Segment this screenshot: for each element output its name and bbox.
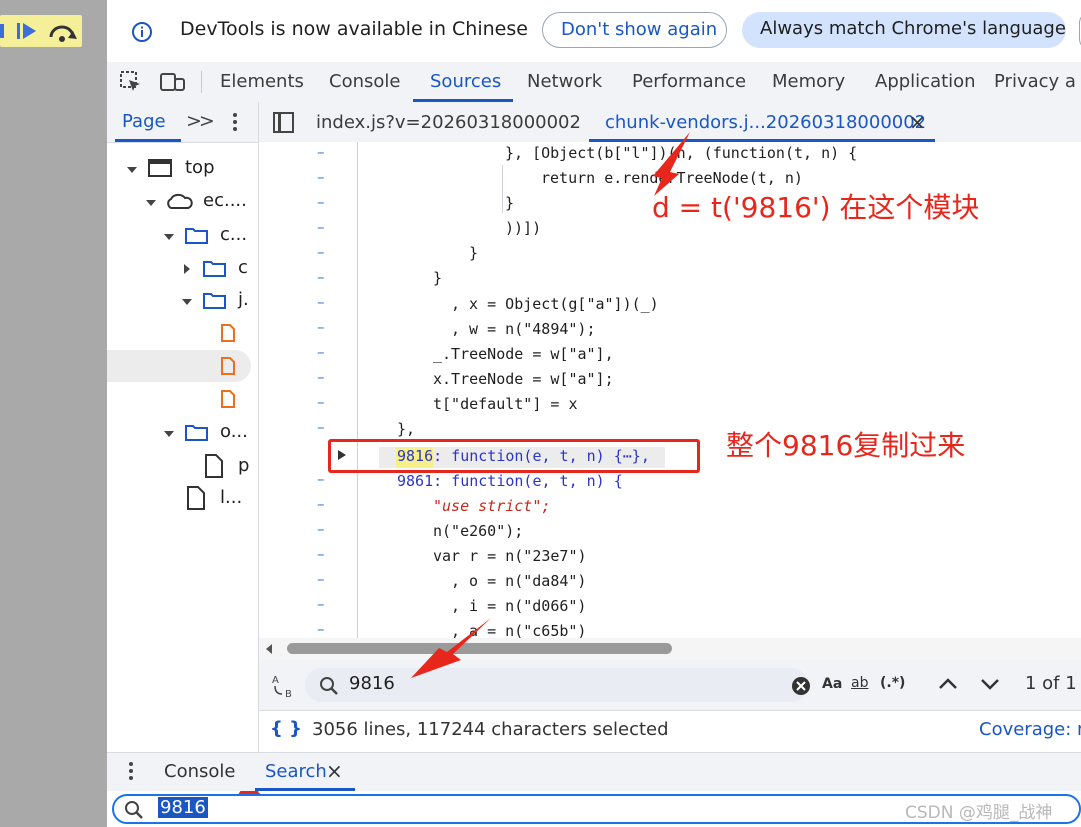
dont-show-again-button[interactable]: Don't show again [542, 12, 727, 48]
whole-word-button[interactable]: ab [851, 675, 868, 691]
resume-icon[interactable] [16, 21, 38, 41]
tab-network[interactable]: Network [527, 62, 602, 102]
debugger-controls [0, 15, 82, 47]
regex-button[interactable]: (.*) [880, 675, 905, 691]
tab-performance[interactable]: Performance [632, 62, 746, 102]
tree-item-folder-js[interactable]: j. [238, 289, 249, 310]
code-line: , o = n("da84") [451, 572, 587, 590]
code-line: _.TreeNode = w["a"], [433, 345, 614, 363]
tab-sources[interactable]: Sources [430, 62, 501, 102]
chevron-down-icon[interactable] [980, 678, 1000, 692]
devtools-main-tabbar: Elements Console Sources Network Perform… [107, 62, 1081, 103]
find-input-container[interactable]: 9816 [305, 668, 811, 702]
code-line: n("e260"); [433, 522, 524, 540]
tree-item-top[interactable]: top [185, 157, 215, 178]
step-over-icon[interactable] [47, 21, 77, 43]
kebab-menu-icon[interactable] [231, 112, 239, 134]
annotation-copy-note: 整个9816复制过来 [726, 429, 966, 462]
tree-item-folder-c[interactable]: c... [220, 224, 247, 245]
file-icon[interactable] [221, 357, 235, 375]
code-line: ))]) [505, 219, 542, 237]
language-infobar: DevTools is now available in Chinese Don… [107, 0, 1081, 62]
code-line: "use strict"; [433, 497, 551, 515]
folder-icon [203, 261, 226, 277]
svg-text:A: A [272, 675, 279, 686]
search-icon [125, 801, 143, 819]
close-tab-icon[interactable]: × [909, 110, 926, 134]
inspect-element-icon[interactable] [120, 71, 142, 93]
tab-privacy[interactable]: Privacy a [994, 62, 1076, 102]
tree-item-folder-c2[interactable]: c [238, 257, 248, 278]
document-icon[interactable] [204, 454, 224, 478]
page-background [0, 0, 107, 827]
replace-toggle-icon[interactable]: AB [270, 672, 298, 700]
svg-text:B: B [285, 689, 292, 700]
annotation-highlight-box [328, 439, 700, 473]
search-icon [320, 677, 338, 695]
infobar-message: DevTools is now available in Chinese [180, 18, 528, 40]
info-icon [132, 22, 152, 42]
clear-icon[interactable] [791, 676, 811, 696]
tree-item-folder-o[interactable]: o... [220, 421, 248, 442]
match-count: 1 of 1 [1025, 673, 1077, 694]
tab-memory[interactable]: Memory [772, 62, 845, 102]
folder-icon [185, 228, 208, 244]
file-icon[interactable] [221, 390, 235, 408]
line-gutter [259, 142, 358, 638]
code-line: , x = Object(g["a"])(_) [451, 295, 659, 313]
chevron-down-icon[interactable] [181, 297, 193, 307]
code-line: , w = n("4894"); [451, 320, 596, 338]
annotation-module-note: d = t('9816') 在这个模块 [652, 191, 980, 224]
match-case-button[interactable]: Aa [822, 676, 842, 692]
frame-icon [148, 159, 172, 177]
kebab-menu-icon[interactable] [127, 761, 135, 783]
cloud-icon [167, 193, 193, 209]
more-tabs-button[interactable]: >> [186, 110, 215, 132]
navigator-tabbar: Page >> [107, 102, 258, 143]
document-icon[interactable] [186, 486, 206, 510]
folder-icon [185, 425, 208, 441]
scroll-left-icon[interactable] [264, 643, 274, 655]
chevron-down-icon[interactable] [163, 232, 175, 242]
editor-status-bar: { } 3056 lines, 117244 characters select… [259, 710, 1081, 749]
file-icon[interactable] [221, 324, 235, 342]
drawer-tab-console[interactable]: Console [164, 761, 235, 782]
tab-console[interactable]: Console [329, 62, 400, 102]
tree-item-file-p[interactable]: p [238, 455, 249, 476]
code-line: } [433, 269, 443, 287]
chevron-right-icon[interactable] [182, 263, 192, 275]
always-match-language-button[interactable]: Always match Chrome's language [742, 12, 1066, 48]
annotation-arrow [653, 132, 690, 196]
find-input[interactable]: 9816 [349, 673, 395, 694]
coverage-link[interactable]: Coverage: n [979, 719, 1081, 740]
folder-icon [203, 293, 226, 309]
code-line: } [505, 194, 515, 212]
close-drawer-tab-icon[interactable]: × [326, 759, 343, 783]
annotation-arrow [411, 618, 491, 678]
file-tab-index-js[interactable]: index.js?v=20260318000002 [316, 112, 581, 133]
tab-page[interactable]: Page [122, 111, 166, 132]
watermark: CSDN @鸡腿_战神 [905, 803, 1053, 823]
pause-fragment-icon[interactable] [0, 23, 16, 39]
chevron-up-icon[interactable] [938, 676, 958, 690]
drawer-tabbar: Console Search × [107, 752, 1081, 791]
device-toolbar-icon[interactable] [160, 71, 186, 93]
code-line: } [469, 244, 479, 262]
tab-application[interactable]: Application [875, 62, 976, 102]
tree-item-file-l[interactable]: l... [220, 487, 242, 508]
global-search-input[interactable]: 9816 [158, 797, 208, 818]
pretty-print-icon[interactable]: { } [270, 718, 302, 739]
code-line: t["default"] = x [433, 395, 578, 413]
toggle-navigator-icon[interactable] [273, 112, 295, 134]
chevron-down-icon[interactable] [145, 198, 157, 208]
tree-item-domain[interactable]: ec.... [203, 190, 247, 211]
chevron-down-icon[interactable] [163, 429, 175, 439]
code-line: var r = n("23e7") [433, 547, 587, 565]
code-line: x.TreeNode = w["a"]; [433, 370, 614, 388]
chevron-down-icon[interactable] [126, 165, 138, 175]
tab-elements[interactable]: Elements [220, 62, 304, 102]
selection-info: 3056 lines, 117244 characters selected [312, 719, 669, 740]
drawer-tab-search[interactable]: Search [265, 761, 327, 782]
